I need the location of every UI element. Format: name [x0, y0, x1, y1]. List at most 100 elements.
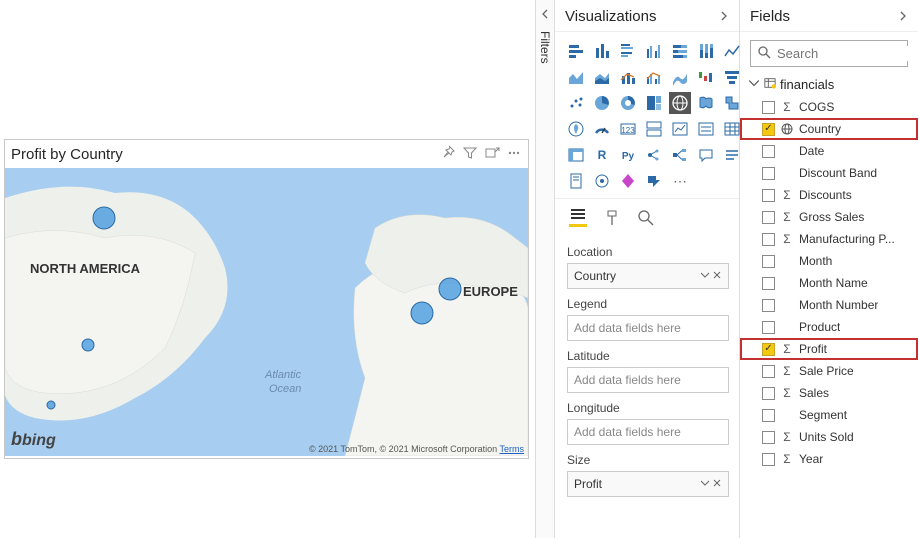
analytics-tab-icon[interactable]: [637, 209, 655, 227]
field-row[interactable]: Segment: [740, 404, 918, 426]
search-input[interactable]: [777, 46, 919, 61]
viz-matrix-icon[interactable]: [565, 144, 587, 166]
viz-multirow-card-icon[interactable]: [643, 118, 665, 140]
field-checkbox[interactable]: [762, 387, 775, 400]
fields-tab-icon[interactable]: [569, 209, 587, 227]
format-tab-icon[interactable]: [603, 209, 621, 227]
remove-field-icon[interactable]: [712, 269, 722, 283]
well-label-legend: Legend: [567, 297, 729, 311]
viz-powerautomate-icon[interactable]: [643, 170, 665, 192]
viz-treemap-icon[interactable]: [643, 92, 665, 114]
viz-more-icon[interactable]: ⋯: [669, 170, 691, 192]
viz-powerapps-icon[interactable]: [617, 170, 639, 192]
viz-gauge-icon[interactable]: [591, 118, 613, 140]
pin-icon[interactable]: [440, 145, 456, 164]
viz-stacked-area-icon[interactable]: [591, 66, 613, 88]
filter-icon[interactable]: [462, 145, 478, 164]
viz-key-influencers-icon[interactable]: [643, 144, 665, 166]
field-checkbox[interactable]: [762, 211, 775, 224]
field-checkbox[interactable]: [762, 101, 775, 114]
viz-area-chart-icon[interactable]: [565, 66, 587, 88]
field-row[interactable]: Month Name: [740, 272, 918, 294]
map-visual[interactable]: Profit by Country NORTH AMERICA EUROPE A…: [4, 139, 529, 459]
viz-paginated-report-icon[interactable]: [565, 170, 587, 192]
viz-map-icon[interactable]: [669, 92, 691, 114]
field-row[interactable]: Date: [740, 140, 918, 162]
collapse-fields-icon[interactable]: [898, 8, 908, 25]
remove-field-icon[interactable]: [712, 477, 722, 491]
field-checkbox[interactable]: [762, 233, 775, 246]
well-size[interactable]: Profit: [567, 471, 729, 497]
terms-link[interactable]: Terms: [500, 444, 525, 454]
well-label-location: Location: [567, 245, 729, 259]
field-row[interactable]: ΣCOGS: [740, 96, 918, 118]
map-body[interactable]: NORTH AMERICA EUROPE Atlantic Ocean bbin…: [5, 168, 528, 456]
field-row[interactable]: ΣYear: [740, 448, 918, 470]
filters-pane-collapsed[interactable]: Filters: [535, 0, 555, 538]
field-checkbox[interactable]: [762, 453, 775, 466]
field-row[interactable]: ΣSales: [740, 382, 918, 404]
report-canvas[interactable]: Profit by Country NORTH AMERICA EUROPE A…: [0, 0, 535, 538]
viz-card-icon[interactable]: 123: [617, 118, 639, 140]
field-checkbox[interactable]: [762, 145, 775, 158]
viz-python-visual-icon[interactable]: Py: [617, 144, 639, 166]
field-checkbox[interactable]: [762, 167, 775, 180]
focus-mode-icon[interactable]: [484, 145, 500, 164]
field-row[interactable]: Month: [740, 250, 918, 272]
viz-kpi-icon[interactable]: [669, 118, 691, 140]
viz-100stacked-bar-icon[interactable]: [669, 40, 691, 62]
well-longitude[interactable]: Add data fields here: [567, 419, 729, 445]
viz-filled-map-icon[interactable]: [695, 92, 717, 114]
viz-azure-map-icon[interactable]: [565, 118, 587, 140]
viz-arcgis-icon[interactable]: [591, 170, 613, 192]
field-row[interactable]: ΣSale Price: [740, 360, 918, 382]
search-box[interactable]: [750, 40, 908, 67]
well-location[interactable]: Country: [567, 263, 729, 289]
viz-clustered-bar-icon[interactable]: [617, 40, 639, 62]
field-row[interactable]: ΣDiscounts: [740, 184, 918, 206]
chevron-down-icon[interactable]: [700, 269, 710, 283]
field-row[interactable]: Country: [740, 118, 918, 140]
viz-donut-chart-icon[interactable]: [617, 92, 639, 114]
field-row[interactable]: Discount Band: [740, 162, 918, 184]
viz-slicer-icon[interactable]: [695, 118, 717, 140]
field-row[interactable]: ΣGross Sales: [740, 206, 918, 228]
field-checkbox[interactable]: [762, 365, 775, 378]
well-legend[interactable]: Add data fields here: [567, 315, 729, 341]
viz-stacked-bar-icon[interactable]: [565, 40, 587, 62]
field-checkbox[interactable]: [762, 431, 775, 444]
field-row[interactable]: ΣProfit: [740, 338, 918, 360]
viz-pie-chart-icon[interactable]: [591, 92, 613, 114]
viz-r-visual-icon[interactable]: R: [591, 144, 613, 166]
viz-decomposition-tree-icon[interactable]: [669, 144, 691, 166]
field-checkbox[interactable]: [762, 255, 775, 268]
viz-clustered-column-icon[interactable]: [643, 40, 665, 62]
viz-qna-icon[interactable]: [695, 144, 717, 166]
field-checkbox[interactable]: [762, 123, 775, 136]
collapse-viz-icon[interactable]: [719, 8, 729, 25]
table-node[interactable]: financials: [740, 73, 918, 96]
field-checkbox[interactable]: [762, 277, 775, 290]
viz-waterfall-icon[interactable]: [695, 66, 717, 88]
field-checkbox[interactable]: [762, 299, 775, 312]
more-options-icon[interactable]: [506, 145, 522, 164]
visual-header: Profit by Country: [5, 140, 528, 168]
field-checkbox[interactable]: [762, 321, 775, 334]
field-row[interactable]: ΣManufacturing P...: [740, 228, 918, 250]
viz-ribbon-chart-icon[interactable]: [669, 66, 691, 88]
chevron-down-icon[interactable]: [700, 477, 710, 491]
field-row[interactable]: ΣUnits Sold: [740, 426, 918, 448]
viz-100stacked-column-icon[interactable]: [695, 40, 717, 62]
field-checkbox[interactable]: [762, 343, 775, 356]
viz-scatter-chart-icon[interactable]: [565, 92, 587, 114]
field-checkbox[interactable]: [762, 409, 775, 422]
expand-filters-icon[interactable]: [539, 8, 551, 23]
viz-line-clustered-column-icon[interactable]: [643, 66, 665, 88]
viz-line-column-icon[interactable]: [617, 66, 639, 88]
well-label-size: Size: [567, 453, 729, 467]
field-row[interactable]: Product: [740, 316, 918, 338]
field-row[interactable]: Month Number: [740, 294, 918, 316]
field-checkbox[interactable]: [762, 189, 775, 202]
well-latitude[interactable]: Add data fields here: [567, 367, 729, 393]
viz-stacked-column-icon[interactable]: [591, 40, 613, 62]
